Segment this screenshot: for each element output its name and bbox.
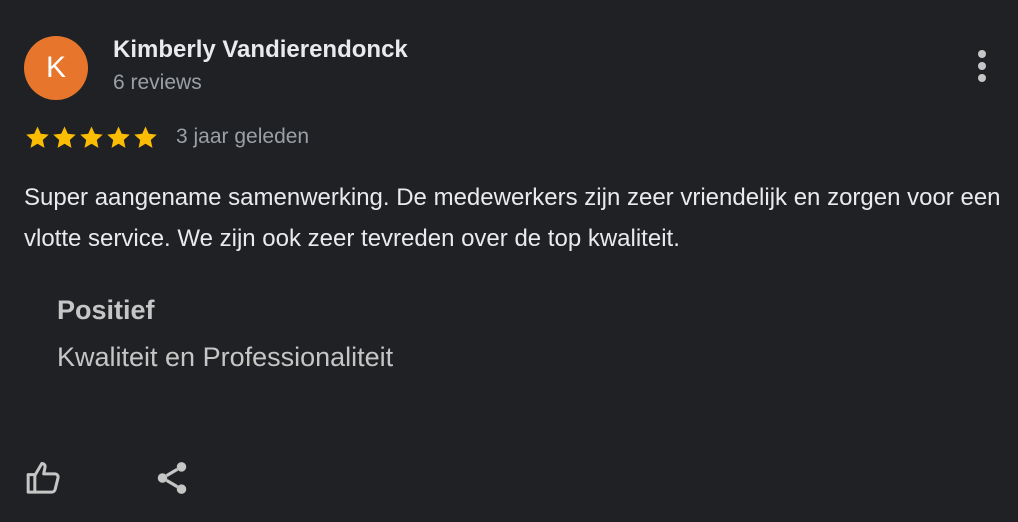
star-rating: [24, 122, 159, 152]
star-icon: [26, 125, 49, 148]
share-icon: [157, 462, 187, 494]
author-name[interactable]: Kimberly Vandierendonck: [113, 36, 408, 64]
avatar[interactable]: K: [24, 36, 88, 100]
like-button[interactable]: [22, 456, 66, 500]
more-options-button[interactable]: [966, 46, 998, 86]
star-icon: [107, 125, 130, 148]
avatar-letter: K: [45, 51, 66, 84]
thumb-up-icon: [26, 462, 60, 494]
attribute-value: Kwaliteit en Professionaliteit: [57, 342, 394, 372]
attribute-label: Positief: [57, 295, 155, 325]
review-time: 3 jaar geleden: [176, 125, 310, 148]
review-text: Super aangename samenwerking. De medewer…: [24, 184, 1001, 252]
share-button[interactable]: [150, 456, 194, 500]
star-icon: [134, 125, 157, 148]
review-count: 6 reviews: [113, 71, 202, 94]
review-card: K Kimberly Vandierendonck 6 reviews 3 ja…: [0, 0, 1018, 522]
star-icon: [80, 125, 103, 148]
star-icon: [53, 125, 76, 148]
